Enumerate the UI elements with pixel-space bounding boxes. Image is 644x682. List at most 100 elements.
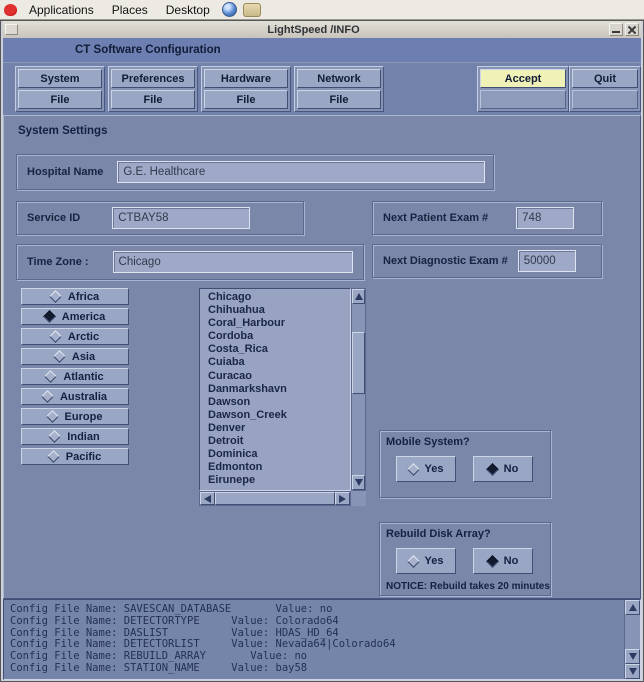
list-item[interactable]: Dawson_Creek [208, 409, 350, 422]
category-button[interactable]: System [18, 69, 102, 88]
scroll-down-button[interactable] [352, 475, 365, 490]
section-title: System Settings [18, 125, 107, 137]
arrow-up-icon [355, 293, 363, 300]
service-id-input[interactable] [112, 207, 250, 229]
list-item[interactable]: Denver [208, 422, 350, 435]
file-button[interactable]: File [18, 90, 102, 109]
no-label: No [504, 463, 519, 475]
region-radio-button[interactable]: Australia [21, 388, 129, 405]
region-radio-button[interactable]: Asia [21, 348, 129, 365]
hospital-name-input[interactable] [117, 161, 485, 183]
rebuild-yes-no-row: Yes No [396, 548, 544, 574]
console-scroll-up-button[interactable] [625, 600, 640, 615]
next-diagnostic-exam-input[interactable] [518, 250, 576, 272]
list-item[interactable]: Chicago [208, 291, 350, 304]
accept-group: Accept [477, 66, 569, 112]
window-titlebar[interactable]: LightSpeed /INFO [3, 21, 641, 38]
region-radio-button[interactable]: Arctic [21, 328, 129, 345]
vertical-scroll-thumb[interactable] [352, 332, 365, 394]
city-listbox: ChicagoChihuahuaCoral_HarbourCordobaCost… [199, 288, 366, 506]
time-zone-input[interactable] [113, 251, 353, 273]
quit-button[interactable]: Quit [572, 69, 638, 88]
arrow-down-icon [355, 479, 363, 486]
list-item[interactable]: Edmonton [208, 461, 350, 474]
mobile-yes-button[interactable]: Yes [396, 456, 456, 482]
redhat-menu-icon[interactable] [4, 4, 17, 16]
file-button[interactable]: File [204, 90, 288, 109]
browser-launcher-icon[interactable] [222, 2, 237, 17]
list-item[interactable]: Dominica [208, 448, 350, 461]
file-button[interactable]: File [297, 90, 381, 109]
scroll-right-button[interactable] [335, 492, 350, 505]
window-menu-button[interactable] [5, 24, 18, 35]
hospital-name-group: Hospital Name [16, 154, 494, 190]
menu-desktop[interactable]: Desktop [160, 3, 216, 17]
hospital-name-label: Hospital Name [27, 166, 103, 178]
list-item[interactable]: Costa_Rica [208, 343, 350, 356]
yes-label: Yes [425, 463, 444, 475]
region-radio-button[interactable]: Europe [21, 408, 129, 425]
service-id-label: Service ID [27, 212, 80, 224]
scroll-up-button[interactable] [352, 289, 365, 304]
rebuild-question: Rebuild Disk Array? [386, 528, 544, 540]
region-radio-button[interactable]: Africa [21, 288, 129, 305]
arrow-up-icon [629, 604, 637, 611]
console-scroll-down-button[interactable] [625, 649, 640, 664]
next-patient-exam-input[interactable] [516, 207, 574, 229]
radio-diamond-icon [486, 463, 499, 476]
console-scrollbar[interactable] [624, 600, 640, 679]
city-list[interactable]: ChicagoChihuahuaCoral_HarbourCordobaCost… [199, 288, 351, 491]
radio-diamond-icon [48, 430, 61, 443]
console-text: Config File Name: SAVESCAN_DATABASE Valu… [4, 600, 624, 679]
close-button[interactable] [625, 23, 639, 36]
yes-label: Yes [425, 555, 444, 567]
menu-places[interactable]: Places [106, 3, 154, 17]
vertical-scrollbar[interactable] [351, 288, 366, 491]
region-label: Arctic [68, 331, 99, 343]
list-item[interactable]: Coral_Harbour [208, 317, 350, 330]
lightspeed-window: LightSpeed /INFO CT Software Configurati… [0, 20, 644, 682]
region-label: Asia [72, 351, 95, 363]
menu-applications[interactable]: Applications [23, 3, 100, 17]
console-line: Config File Name: STATION_NAME Value: ba… [10, 663, 624, 675]
list-item[interactable]: Cuiaba [208, 356, 350, 369]
rebuild-yes-button[interactable]: Yes [396, 548, 456, 574]
category-button[interactable]: Preferences [111, 69, 195, 88]
arrow-right-icon [339, 495, 346, 503]
list-item[interactable]: Eirunepe [208, 474, 350, 487]
scroll-left-button[interactable] [200, 492, 215, 505]
region-label: Australia [60, 391, 107, 403]
radio-diamond-icon [43, 310, 56, 323]
category-button[interactable]: Hardware [204, 69, 288, 88]
file-button[interactable]: File [111, 90, 195, 109]
toolbar-group: Preferences File [108, 66, 198, 112]
list-item[interactable]: Detroit [208, 435, 350, 448]
category-button[interactable]: Network [297, 69, 381, 88]
rebuild-no-button[interactable]: No [473, 548, 533, 574]
radio-diamond-icon [53, 350, 66, 363]
region-radio-button[interactable]: Atlantic [21, 368, 129, 385]
list-item[interactable]: Chihuahua [208, 304, 350, 317]
toolbar: System File Preferences File Hardware Fi… [3, 62, 641, 115]
list-item[interactable]: Curacao [208, 370, 350, 383]
time-zone-group: Time Zone : [16, 244, 364, 280]
console-scroll-bottom-button[interactable] [625, 664, 640, 679]
region-label: Africa [68, 291, 99, 303]
region-radio-button[interactable]: Indian [21, 428, 129, 445]
region-radio-button[interactable]: Pacific [21, 448, 129, 465]
region-radio-button[interactable]: America [21, 308, 129, 325]
radio-diamond-icon [44, 370, 57, 383]
list-item[interactable]: Cordoba [208, 330, 350, 343]
mobile-no-button[interactable]: No [473, 456, 533, 482]
printer-launcher-icon[interactable] [243, 3, 261, 17]
minimize-button[interactable] [609, 23, 623, 36]
list-item[interactable]: Danmarkshavn [208, 383, 350, 396]
horizontal-scrollbar[interactable] [199, 491, 351, 506]
horizontal-scroll-thumb[interactable] [215, 492, 335, 505]
radio-diamond-icon [486, 555, 499, 568]
toolbar-group: Network File [294, 66, 384, 112]
list-item[interactable]: Dawson [208, 396, 350, 409]
toolbar-group: System File [15, 66, 105, 112]
accept-button[interactable]: Accept [480, 69, 566, 88]
region-label: Pacific [66, 451, 101, 463]
